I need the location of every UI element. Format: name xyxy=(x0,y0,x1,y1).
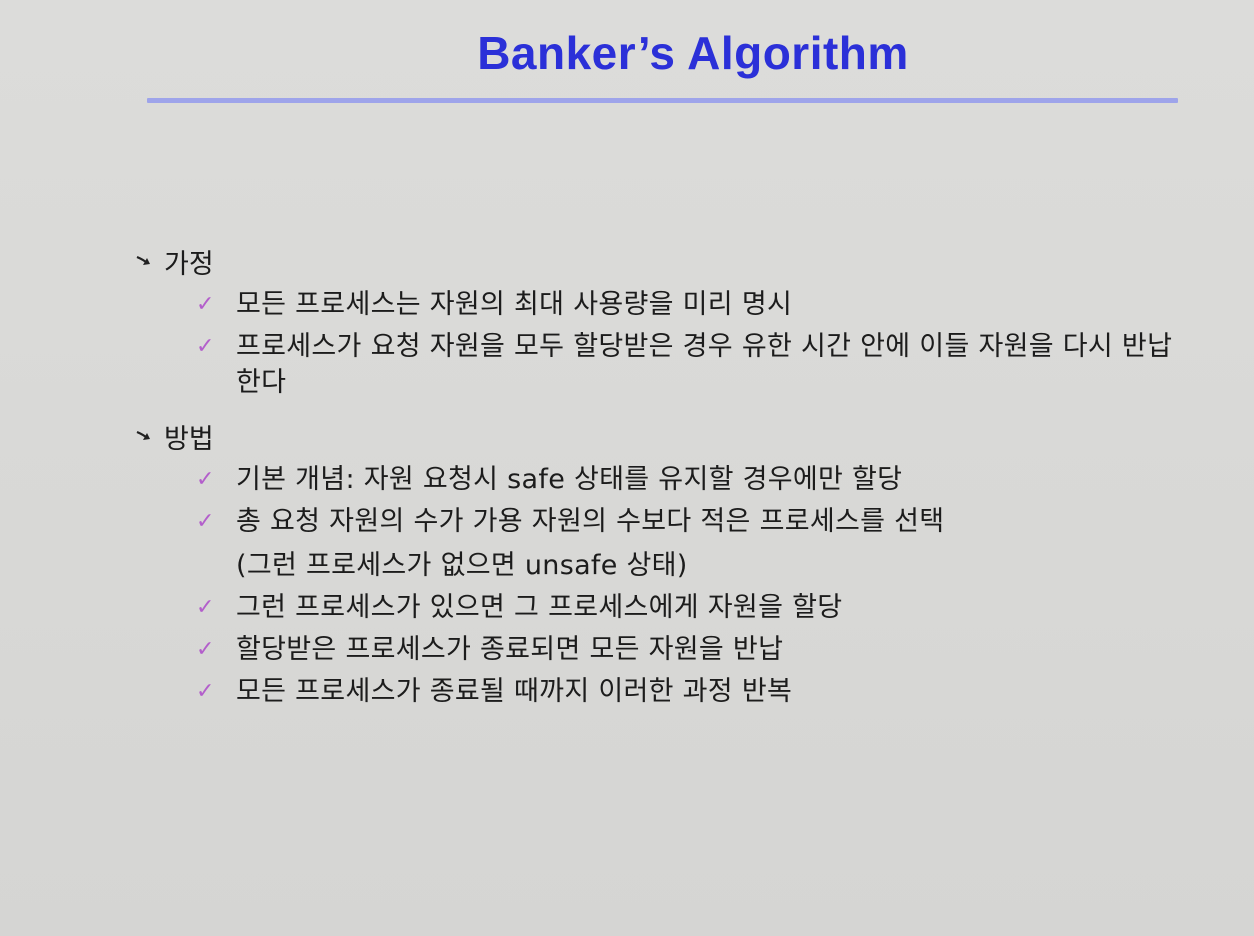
section-method: 방법 ✓ 기본 개념: 자원 요청시 safe 상태를 유지할 경우에만 할당 … xyxy=(134,415,1194,710)
check-icon: ✓ xyxy=(196,595,215,620)
check-icon: ✓ xyxy=(196,679,215,704)
list-item-text: 프로세스가 요청 자원을 모두 할당받은 경우 유한 시간 안에 이들 자원을 … xyxy=(236,331,1173,398)
bullet-list: ✓ 모든 프로세스는 자원의 최대 사용량을 미리 명시 ✓ 프로세스가 요청 … xyxy=(134,287,1194,401)
list-item-text: 할당받은 프로세스가 종료되면 모든 자원을 반납 xyxy=(236,634,784,665)
slide-content: 가정 ✓ 모든 프로세스는 자원의 최대 사용량을 미리 명시 ✓ 프로세스가 … xyxy=(134,240,1194,716)
list-item-text: 모든 프로세스가 종료될 때까지 이러한 과정 반복 xyxy=(236,676,793,707)
arrow-bullet-icon xyxy=(134,426,154,446)
slide-title: Banker’s Algorithm xyxy=(477,27,909,79)
arrow-bullet-icon xyxy=(134,251,154,271)
list-item: ✓ 할당받은 프로세스가 종료되면 모든 자원을 반납 xyxy=(196,632,1194,668)
list-item-text: 기본 개념: 자원 요청시 safe 상태를 유지할 경우에만 할당 xyxy=(236,464,903,495)
list-item: ✓ 모든 프로세스는 자원의 최대 사용량을 미리 명시 xyxy=(196,287,1194,323)
check-icon: ✓ xyxy=(196,467,215,492)
list-item-continuation: (그런 프로세스가 없으면 unsafe 상태) xyxy=(236,550,688,581)
list-item-text: 그런 프로세스가 있으면 그 프로세스에게 자원을 할당 xyxy=(236,592,843,623)
list-item-text: 모든 프로세스는 자원의 최대 사용량을 미리 명시 xyxy=(236,289,793,320)
section-heading-text: 가정 xyxy=(164,248,214,280)
check-icon: ✓ xyxy=(196,334,215,359)
list-item: ✓ 프로세스가 요청 자원을 모두 할당받은 경우 유한 시간 안에 이들 자원… xyxy=(196,329,1194,401)
section-heading: 가정 xyxy=(134,240,1194,282)
bullet-list: ✓ 기본 개념: 자원 요청시 safe 상태를 유지할 경우에만 할당 ✓ 총… xyxy=(134,462,1194,710)
list-item: ✓ 모든 프로세스가 종료될 때까지 이러한 과정 반복 xyxy=(196,674,1194,710)
list-item-text: 총 요청 자원의 수가 가용 자원의 수보다 적은 프로세스를 선택 xyxy=(236,506,945,537)
check-icon: ✓ xyxy=(196,292,215,317)
list-item: ✓ 그런 프로세스가 있으면 그 프로세스에게 자원을 할당 xyxy=(196,590,1194,626)
section-heading: 방법 xyxy=(134,415,1194,457)
section-assumptions: 가정 ✓ 모든 프로세스는 자원의 최대 사용량을 미리 명시 ✓ 프로세스가 … xyxy=(134,240,1194,401)
check-icon: ✓ xyxy=(196,637,215,662)
check-icon: ✓ xyxy=(196,509,215,534)
list-item: ✓ 총 요청 자원의 수가 가용 자원의 수보다 적은 프로세스를 선택 xyxy=(196,504,1194,540)
title-underline xyxy=(147,98,1178,103)
slide: Banker’s Algorithm 가정 ✓ 모든 프로세스는 자원의 최대 … xyxy=(0,0,1254,936)
section-heading-text: 방법 xyxy=(164,423,214,455)
list-item: ✓ 기본 개념: 자원 요청시 safe 상태를 유지할 경우에만 할당 xyxy=(196,462,1194,498)
